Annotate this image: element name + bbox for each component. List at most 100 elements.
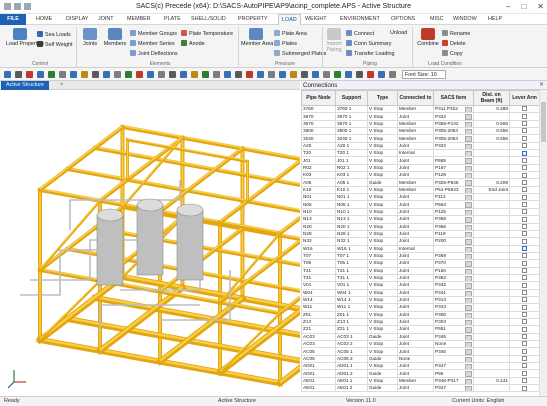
dist-on-beam-cell[interactable]	[473, 310, 510, 319]
tab-load[interactable]: LOAD	[278, 14, 301, 25]
delete-button[interactable]: Delete	[442, 40, 466, 47]
toolbar-tool-icon[interactable]	[92, 71, 99, 78]
lever-arm-checkbox[interactable]	[522, 356, 527, 362]
vessel-body[interactable]	[96, 214, 124, 286]
3d-structure-view[interactable]	[0, 90, 300, 396]
rename-button[interactable]: Rename	[442, 30, 470, 37]
lever-arm-checkbox-cell[interactable]	[509, 141, 539, 151]
toolbar-tool-icon[interactable]	[4, 71, 11, 78]
lever-arm-checkbox[interactable]	[522, 157, 527, 163]
dist-on-beam-cell[interactable]	[473, 317, 510, 327]
lever-arm-checkbox[interactable]	[522, 187, 527, 193]
lever-arm-checkbox[interactable]	[522, 179, 527, 185]
table-row[interactable]: 3570 3570 1V Stop Member P358-P132 0.506	[301, 119, 539, 129]
lever-arm-checkbox-cell[interactable]	[509, 237, 539, 246]
dist-on-beam-cell[interactable]	[473, 347, 510, 356]
lever-arm-checkbox[interactable]	[522, 385, 527, 391]
lever-arm-checkbox-cell[interactable]	[509, 112, 539, 121]
sacs-item-cell[interactable]: P585	[433, 156, 474, 165]
dist-on-beam-cell[interactable]	[473, 244, 510, 253]
joint-deflections-button[interactable]: Joint Deflections	[130, 50, 178, 57]
table-row[interactable]: N13 N13 1V Stop Joint P368	[301, 215, 539, 224]
table-row[interactable]: AC05 AC05 2 Guide None	[301, 354, 539, 364]
lever-arm-checkbox-cell[interactable]	[509, 354, 539, 364]
dist-on-beam-cell[interactable]	[473, 163, 510, 173]
member-area-button[interactable]: Member Area	[241, 28, 273, 47]
toolbar-tool-icon[interactable]	[37, 71, 44, 78]
table-row[interactable]: AC03 AC03 1 Guide Joint P346	[301, 332, 539, 342]
lever-arm-checkbox[interactable]	[522, 326, 527, 332]
dist-on-beam-cell[interactable]	[473, 251, 510, 261]
toolbar-tool-icon[interactable]	[290, 71, 297, 78]
toolbar-tool-icon[interactable]	[191, 71, 198, 78]
dist-on-beam-cell[interactable]	[473, 288, 510, 297]
table-row[interactable]: AD01 AD01 2 Guide Joint P86	[301, 369, 539, 378]
sacs-item-cell[interactable]	[433, 244, 474, 253]
table-row[interactable]: W04 W04 1V Stop Joint P341	[301, 288, 539, 297]
dist-on-beam-cell[interactable]: 0.506	[473, 119, 510, 129]
table-row[interactable]: AD01 AD01 1V Stop Joint P347	[301, 362, 539, 371]
steel-beam[interactable]	[218, 231, 282, 305]
tab-home[interactable]: HOME	[36, 14, 52, 25]
table-row[interactable]: T07 T07 1V Stop Joint P369	[301, 251, 539, 261]
lever-arm-checkbox[interactable]	[522, 238, 527, 244]
table-row[interactable]: AC05 AC05 1V Stop Joint P346	[301, 347, 539, 356]
lever-arm-checkbox-cell[interactable]	[509, 171, 539, 180]
table-row[interactable]: V01 V01 1V Stop Joint P342	[301, 281, 539, 290]
sacs-item-cell[interactable]: P368	[433, 215, 474, 224]
table-row[interactable]: 3240 3240 1V Stop Member P305-2053 0.556	[301, 134, 539, 143]
toolbar-tool-icon[interactable]	[356, 71, 363, 78]
lever-arm-checkbox[interactable]	[522, 268, 527, 273]
toolbar-tool-icon[interactable]	[147, 71, 154, 78]
font-size-select[interactable]: Font Size: 10	[402, 70, 446, 79]
sacs-item-cell[interactable]: P325-P546	[433, 178, 474, 187]
lever-arm-checkbox-cell[interactable]	[509, 288, 539, 297]
column-header-type[interactable]: Type	[367, 90, 398, 106]
sacs-item-cell[interactable]: P119	[433, 229, 474, 239]
sacs-item-cell[interactable]: P358-P132	[433, 119, 474, 129]
plate-temperature-button[interactable]: Plate Temperature	[181, 30, 233, 37]
sacs-item-cell[interactable]: P128	[433, 171, 474, 180]
table-row[interactable]: Z01 Z01 1V Stop Joint P300	[301, 310, 539, 319]
table-row[interactable]: AE01 AE01 2 Guide Joint P347	[301, 384, 539, 393]
lever-arm-checkbox-cell[interactable]	[509, 207, 539, 217]
sacs-item-cell[interactable]: P150	[433, 266, 474, 275]
sacs-item-cell[interactable]: P125	[433, 207, 474, 217]
maximize-icon[interactable]: □	[521, 2, 526, 11]
lever-arm-checkbox-cell[interactable]	[509, 229, 539, 239]
table-row[interactable]: T20 T20 1V Stop Internal	[301, 149, 539, 158]
lever-arm-checkbox-cell[interactable]	[509, 273, 539, 283]
tab-plate[interactable]: PLATE	[164, 14, 181, 25]
dist-on-beam-cell[interactable]	[473, 237, 510, 246]
lever-arm-checkbox[interactable]	[522, 253, 527, 259]
tab-options[interactable]: OPTIONS	[391, 14, 415, 25]
dist-on-beam-cell[interactable]: 0.488	[473, 104, 510, 114]
sacs-item-cell[interactable]: P346-P317	[433, 376, 474, 386]
dist-on-beam-cell[interactable]	[473, 193, 510, 202]
lever-arm-checkbox-cell[interactable]	[509, 200, 539, 209]
sacs-item-cell[interactable]: P366	[433, 222, 474, 231]
sacs-item-cell[interactable]: P342	[433, 281, 474, 290]
sacs-item-cell[interactable]	[433, 354, 474, 364]
lever-arm-checkbox-cell[interactable]	[509, 376, 539, 386]
lever-arm-checkbox[interactable]	[522, 260, 527, 266]
submerged-plates-button[interactable]: Submerged Plates	[274, 50, 326, 57]
toolbar-tool-icon[interactable]	[334, 71, 341, 78]
dist-on-beam-cell[interactable]	[473, 222, 510, 231]
lever-arm-checkbox-cell[interactable]	[509, 362, 539, 371]
members-button[interactable]: Members	[103, 28, 127, 47]
sacs-item-cell[interactable]: P86	[433, 369, 474, 378]
toolbar-tool-icon[interactable]	[180, 71, 187, 78]
conn-summary-button[interactable]: Conn Summary	[346, 40, 391, 47]
sacs-item-cell[interactable]: P563	[433, 200, 474, 209]
table-row[interactable]: W14 W14 1V Stop Joint P313	[301, 295, 539, 305]
lever-arm-checkbox[interactable]	[522, 216, 527, 222]
toolbar-tool-icon[interactable]	[125, 71, 132, 78]
toolbar-tool-icon[interactable]	[389, 71, 396, 78]
scrollbar-thumb[interactable]	[541, 102, 546, 142]
dist-on-beam-cell[interactable]	[473, 354, 510, 364]
toolbar-tool-icon[interactable]	[367, 71, 374, 78]
lever-arm-checkbox[interactable]	[522, 378, 527, 384]
lever-arm-checkbox-cell[interactable]	[509, 163, 539, 173]
table-row[interactable]: T31 T31 1V Stop Joint P362	[301, 273, 539, 283]
